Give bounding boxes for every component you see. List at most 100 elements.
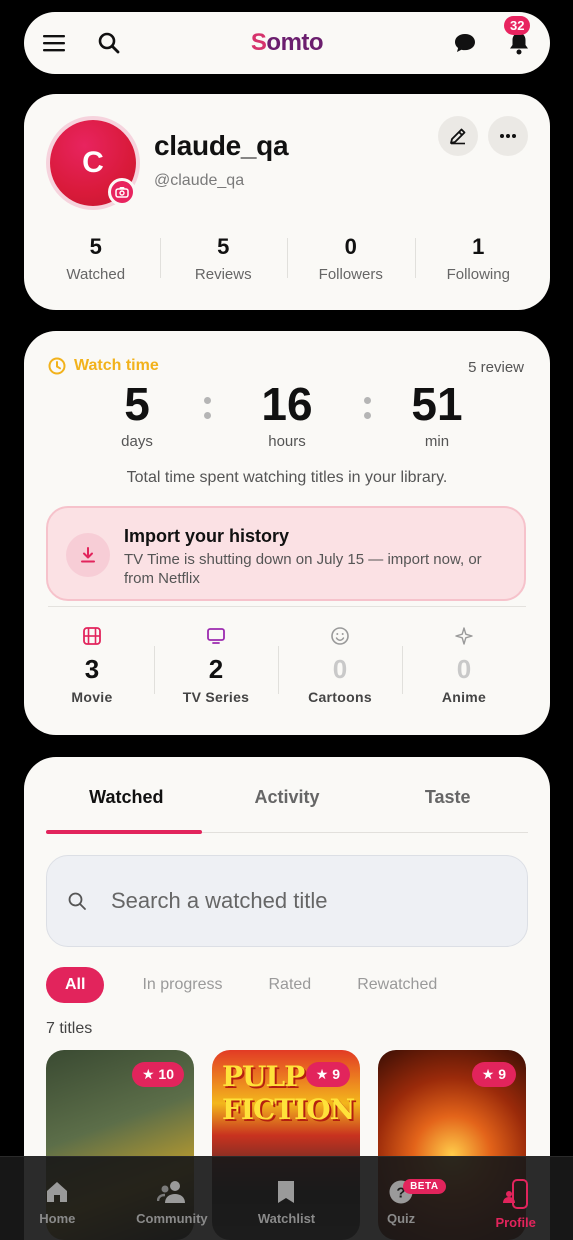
nav-quiz[interactable]: ? BETA Quiz xyxy=(344,1157,459,1240)
clock-icon xyxy=(48,357,66,375)
sparkle-icon xyxy=(455,627,473,645)
nav-home[interactable]: Home xyxy=(0,1157,115,1240)
tv-icon xyxy=(207,628,225,644)
category-value: 0 xyxy=(456,654,472,684)
search-watched-field[interactable]: Search a watched title xyxy=(46,855,528,947)
filter-chips: All In progress Rated Rewatched xyxy=(46,967,437,1003)
bottom-navigation: Home Community Watchlist ? BETA Quiz Pro… xyxy=(0,1156,573,1240)
stat-value: 5 xyxy=(89,234,102,259)
top-bar: Somto 32 xyxy=(24,12,550,74)
download-icon xyxy=(66,533,110,577)
titles-count: 7 titles xyxy=(46,1020,93,1037)
menu-icon[interactable] xyxy=(42,30,68,56)
watch-time-title: Watch time xyxy=(74,357,159,374)
rating-badge: ★ 10 xyxy=(131,1062,184,1087)
watch-time-label: Watch time xyxy=(48,357,159,375)
stat-following[interactable]: 1 Following xyxy=(414,234,543,283)
days-value: 5 xyxy=(124,378,150,430)
active-tab-indicator xyxy=(46,830,202,834)
category-value: 0 xyxy=(332,654,348,684)
timer-separator xyxy=(177,379,237,419)
nav-community[interactable]: Community xyxy=(115,1157,230,1240)
category-label: TV Series xyxy=(182,689,250,705)
filter-rated[interactable]: Rated xyxy=(269,968,312,1002)
hours-value: 16 xyxy=(261,378,313,430)
filter-rewatched[interactable]: Rewatched xyxy=(357,968,437,1002)
stat-label: Following xyxy=(446,266,510,283)
category-tv-series[interactable]: 2 TV Series xyxy=(154,626,278,705)
watch-timer: 5 days 16 hours 51 min xyxy=(24,379,550,450)
category-movie[interactable]: 3 Movie xyxy=(30,626,154,705)
app-logo[interactable]: Somto xyxy=(250,29,324,57)
stat-value: 0 xyxy=(344,234,357,259)
logo-s: S xyxy=(250,29,267,56)
category-value: 2 xyxy=(208,654,224,684)
category-cartoons[interactable]: 0 Cartoons xyxy=(278,626,402,705)
community-icon xyxy=(156,1181,185,1203)
pencil-icon xyxy=(450,128,466,145)
review-count: 5 review xyxy=(468,359,524,376)
rating-badge: ★ 9 xyxy=(471,1062,516,1087)
more-options-button[interactable] xyxy=(488,116,528,156)
nav-label: Quiz xyxy=(386,1211,416,1226)
chat-icon[interactable] xyxy=(452,30,478,56)
stat-value: 1 xyxy=(472,234,485,259)
filter-in-progress[interactable]: In progress xyxy=(142,968,222,1002)
search-icon[interactable] xyxy=(96,30,122,56)
search-icon xyxy=(68,892,86,910)
stat-value: 5 xyxy=(217,234,230,259)
stat-watched[interactable]: 5 Watched xyxy=(32,234,160,283)
user-handle: @claude_qa xyxy=(154,172,245,189)
bell-icon[interactable]: 32 xyxy=(504,16,532,56)
category-anime[interactable]: 0 Anime xyxy=(402,626,526,705)
watch-time-description: Total time spent watching titles in your… xyxy=(126,469,448,486)
minutes-value: 51 xyxy=(411,378,463,430)
tab-taste[interactable]: Taste xyxy=(367,787,528,808)
minutes-label: min xyxy=(424,433,450,450)
import-title: Import your history xyxy=(124,526,290,546)
timer-separator xyxy=(337,379,397,419)
import-text: TV Time is shutting down on July 15 — im… xyxy=(124,551,482,587)
rating-badge: ★ 9 xyxy=(305,1062,350,1087)
watch-time-card: Watch time 5 review 5 days 16 hours 51 min … xyxy=(24,331,550,735)
film-icon xyxy=(83,627,101,645)
home-icon xyxy=(47,1182,68,1202)
rating-value: 10 xyxy=(158,1066,174,1082)
stat-label: Watched xyxy=(66,266,126,283)
category-stats: 3 Movie 2 TV Series 0 Cartoons 0 Anime xyxy=(30,626,526,705)
profile-stats: 5 Watched 5 Reviews 0 Followers 1 Following xyxy=(32,234,542,283)
category-value: 3 xyxy=(84,654,100,684)
search-placeholder: Search a watched title xyxy=(111,888,328,913)
category-label: Movie xyxy=(71,689,113,705)
divider xyxy=(48,606,526,607)
nav-label: Watchlist xyxy=(257,1211,316,1226)
filter-all[interactable]: All xyxy=(46,967,105,1003)
days-label: days xyxy=(121,433,153,450)
bookmark-icon xyxy=(278,1181,295,1203)
nav-label: Community xyxy=(136,1211,208,1226)
more-icon xyxy=(500,134,516,138)
stat-followers[interactable]: 0 Followers xyxy=(287,234,415,283)
profile-icon xyxy=(502,1179,528,1209)
category-label: Anime xyxy=(441,689,487,705)
nav-profile[interactable]: Profile xyxy=(458,1157,573,1240)
import-history-banner[interactable]: Import your history TV Time is shutting … xyxy=(46,506,526,601)
smiley-icon xyxy=(331,627,349,645)
rating-value: 9 xyxy=(498,1066,506,1082)
stat-label: Reviews xyxy=(194,266,252,283)
stat-label: Followers xyxy=(318,266,383,283)
profile-card: C claude_qa @claude_qa 5 Watched 5 Reviews… xyxy=(24,94,550,310)
tab-activity[interactable]: Activity xyxy=(207,787,368,808)
category-label: Cartoons xyxy=(308,689,372,705)
notification-badge: 32 xyxy=(504,16,531,35)
library-tabs: Watched Activity Taste xyxy=(46,787,528,808)
avatar-initial: C xyxy=(82,146,104,179)
nav-label: Profile xyxy=(495,1215,536,1230)
stat-reviews[interactable]: 5 Reviews xyxy=(159,234,288,283)
tab-watched[interactable]: Watched xyxy=(46,787,207,808)
camera-icon[interactable] xyxy=(108,178,136,206)
nav-label: Home xyxy=(39,1211,76,1226)
hours-label: hours xyxy=(268,433,306,450)
edit-profile-button[interactable] xyxy=(438,116,478,156)
nav-watchlist[interactable]: Watchlist xyxy=(229,1157,344,1240)
